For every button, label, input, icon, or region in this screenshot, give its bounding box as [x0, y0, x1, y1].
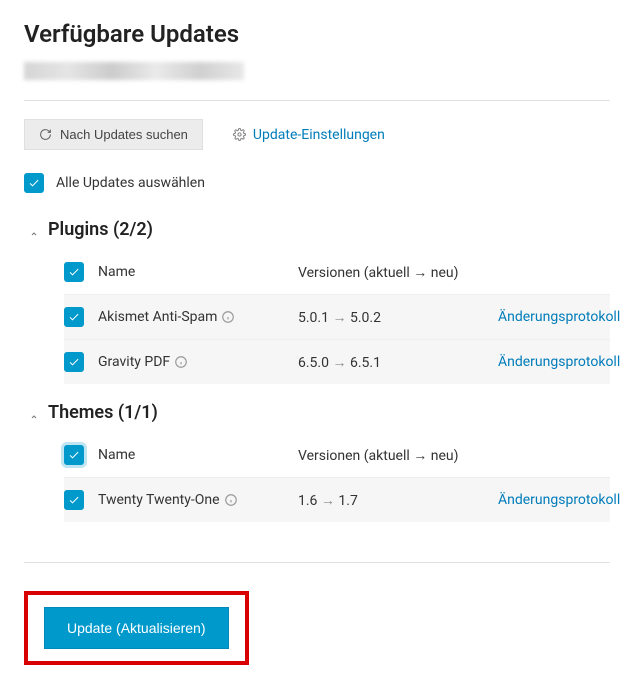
select-all-checkbox[interactable]: [24, 173, 44, 193]
table-row: Gravity PDF 6.5.0 → 6.5.1 Änderungsproto…: [64, 339, 610, 384]
section-title-plugins: Plugins (2/2): [48, 219, 153, 240]
chevron-up-icon: [30, 409, 38, 417]
highlight-callout: Update (Aktualisieren): [24, 591, 249, 665]
update-settings-label: Update-Einstellungen: [253, 127, 385, 143]
version-current: 1.6: [298, 493, 317, 509]
version-new: 5.0.2: [350, 310, 381, 326]
row-checkbox[interactable]: [64, 490, 84, 510]
select-all-label: Alle Updates auswählen: [56, 175, 205, 191]
changelog-link[interactable]: Änderungsprotokoll: [498, 354, 620, 370]
select-all-row: Alle Updates auswählen: [24, 170, 610, 213]
plugin-name: Gravity PDF: [98, 354, 170, 370]
table-row: Akismet Anti-Spam 5.0.1 → 5.0.2 Änderung…: [64, 294, 610, 339]
info-icon[interactable]: [174, 355, 188, 369]
update-settings-link[interactable]: Update-Einstellungen: [233, 127, 385, 143]
updates-toolbar: Nach Updates suchen Update-Einstellungen: [24, 119, 610, 150]
arrow-icon: →: [332, 355, 346, 371]
section-title-themes: Themes (1/1): [48, 402, 158, 423]
section-body-themes: Name Versionen (aktuell → neu) Twenty Tw…: [24, 433, 610, 522]
col-header-name: Name: [98, 264, 298, 280]
row-checkbox[interactable]: [64, 352, 84, 372]
table-header-plugins: Name Versionen (aktuell → neu): [64, 250, 610, 294]
gear-icon: [233, 128, 246, 141]
version-new: 6.5.1: [350, 355, 381, 371]
version-current: 6.5.0: [298, 355, 329, 371]
table-header-themes: Name Versionen (aktuell → neu): [64, 433, 610, 477]
section-body-plugins: Name Versionen (aktuell → neu) Akismet A…: [24, 250, 610, 384]
col-header-versions: Versionen (aktuell → neu): [298, 264, 498, 281]
update-button[interactable]: Update (Aktualisieren): [44, 607, 229, 649]
check-updates-button[interactable]: Nach Updates suchen: [24, 119, 203, 150]
version-new: 1.7: [338, 493, 357, 509]
page-title: Verfügbare Updates: [24, 20, 610, 48]
version-current: 5.0.1: [298, 310, 329, 326]
footer-area: Update (Aktualisieren): [24, 562, 610, 665]
divider: [24, 562, 610, 563]
theme-name: Twenty Twenty-One: [98, 492, 220, 508]
col-header-versions: Versionen (aktuell → neu): [298, 447, 498, 464]
section-toggle-plugins[interactable]: Plugins (2/2): [24, 213, 610, 250]
section-checkbox-themes[interactable]: [64, 445, 84, 465]
arrow-icon: →: [332, 310, 346, 326]
section-checkbox-plugins[interactable]: [64, 262, 84, 282]
refresh-icon: [39, 128, 52, 141]
chevron-up-icon: [30, 226, 38, 234]
table-row: Twenty Twenty-One 1.6 → 1.7 Änderungspro…: [64, 477, 610, 522]
divider: [24, 100, 610, 101]
info-icon[interactable]: [224, 493, 238, 507]
col-header-name: Name: [98, 447, 298, 463]
arrow-icon: →: [321, 493, 335, 509]
changelog-link[interactable]: Änderungsprotokoll: [498, 309, 620, 325]
row-checkbox[interactable]: [64, 307, 84, 327]
info-icon[interactable]: [221, 310, 235, 324]
site-subtitle-redacted: [24, 62, 244, 80]
check-updates-label: Nach Updates suchen: [60, 127, 188, 142]
plugin-name: Akismet Anti-Spam: [98, 309, 217, 325]
changelog-link[interactable]: Änderungsprotokoll: [498, 492, 620, 508]
section-toggle-themes[interactable]: Themes (1/1): [24, 396, 610, 433]
